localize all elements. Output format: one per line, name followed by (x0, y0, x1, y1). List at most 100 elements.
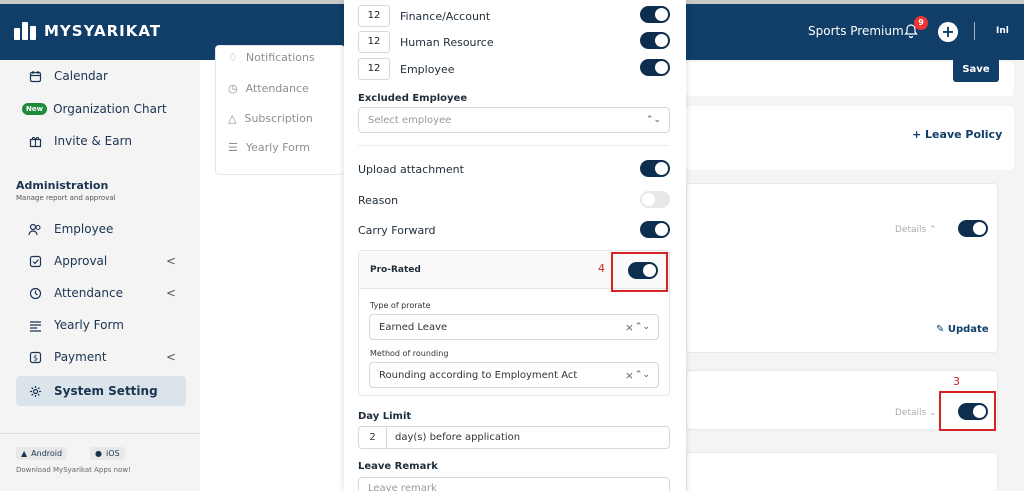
day-limit-field[interactable]: 2 day(s) before application (358, 426, 670, 449)
ios-app-button[interactable]: ● iOS (90, 447, 125, 460)
annotation-box-3 (939, 391, 996, 431)
ios-label: iOS (105, 449, 120, 458)
select-arrows-icon: ⌃⌄ (634, 322, 650, 332)
excluded-employee-label: Excluded Employee (358, 93, 468, 104)
chevron-left-icon[interactable]: < (166, 286, 176, 300)
select-arrows-icon: ⌃⌄ (645, 115, 661, 125)
logo-mark-icon (14, 22, 36, 40)
clock-icon: ◷ (228, 81, 238, 95)
leave-policy-toggle[interactable] (958, 220, 988, 237)
calendar-icon (26, 70, 44, 83)
reason-label: Reason (358, 194, 399, 207)
sidebar-item-organization-chart[interactable]: New Organization Chart (16, 94, 186, 124)
role-toggle-human-resource[interactable] (640, 32, 670, 49)
apps-footer (0, 433, 200, 491)
rounding-method-select[interactable]: Rounding according to Employment Act × ⌃… (369, 362, 659, 388)
update-label: Update (947, 324, 989, 335)
notification-badge: 9 (914, 16, 928, 30)
chevron-left-icon[interactable]: < (166, 350, 176, 364)
sidebar-item-yearly-form[interactable]: Yearly Form (16, 310, 186, 340)
chevron-left-icon[interactable]: < (166, 254, 176, 268)
android-app-button[interactable]: ▲ Android (16, 447, 68, 460)
sidebar-item-label: Calendar (54, 69, 108, 83)
select-arrows-icon: ⌃⌄ (634, 370, 650, 380)
users-icon (26, 223, 44, 236)
gift-icon (26, 135, 44, 148)
select-placeholder: Select employee (368, 114, 452, 126)
settings-menu-notifications[interactable]: ♢ Notifications (228, 50, 315, 64)
carry-forward-row: Carry Forward (358, 224, 436, 237)
role-label: Human Resource (400, 35, 494, 49)
role-row-human-resource: 12 Human Resource (358, 31, 494, 53)
android-label: Android (31, 449, 63, 458)
day-limit-suffix: day(s) before application (395, 432, 521, 443)
day-limit-label: Day Limit (358, 411, 412, 422)
annotation-label-4: 4 (598, 262, 605, 275)
role-count[interactable]: 12 (358, 58, 390, 80)
menu-label: Subscription (244, 111, 313, 125)
android-icon: ▲ (21, 449, 28, 458)
sidebar-item-employee[interactable]: Employee (16, 214, 186, 244)
sidebar-item-label: Attendance (54, 286, 123, 300)
sidebar-item-invite-earn[interactable]: Invite & Earn (16, 126, 186, 156)
sidebar-item-label: Yearly Form (54, 318, 124, 332)
add-leave-policy-button[interactable]: + Leave Policy (912, 128, 1002, 141)
input-placeholder: Leave remark (368, 483, 437, 491)
warning-icon: △ (228, 111, 237, 125)
upload-attachment-label: Upload attachment (358, 163, 464, 176)
bell-icon: ♢ (228, 50, 238, 64)
select-value: Rounding according to Employment Act (379, 369, 578, 381)
update-button[interactable]: ✎ Update (936, 324, 989, 335)
menu-label: Attendance (245, 81, 309, 95)
clock-icon (26, 287, 44, 300)
chevron-down-icon: ⌄ (929, 408, 937, 418)
prorate-type-label: Type of prorate (370, 301, 431, 310)
save-button[interactable]: Save (953, 58, 999, 82)
excluded-employee-select[interactable]: Select employee ⌃⌄ (358, 107, 670, 133)
divider (358, 145, 670, 146)
sidebar-item-attendance[interactable]: Attendance < (16, 278, 186, 308)
menu-label: Notifications (245, 50, 315, 64)
add-button[interactable]: + (938, 22, 958, 42)
role-label: Employee (400, 62, 455, 76)
sidebar-item-label: Employee (54, 222, 114, 236)
edit-icon: ✎ (936, 324, 945, 335)
settings-menu-attendance[interactable]: ◷ Attendance (228, 78, 309, 98)
role-count[interactable]: 12 (358, 5, 390, 27)
role-count[interactable]: 12 (358, 31, 390, 53)
carry-forward-toggle[interactable] (640, 221, 670, 238)
details-toggle[interactable]: Details ⌄ (895, 408, 937, 418)
upload-attachment-row: Upload attachment (358, 163, 464, 176)
leave-remark-input[interactable]: Leave remark (358, 477, 670, 491)
user-menu[interactable]: Inl (996, 26, 1009, 36)
reason-toggle[interactable] (640, 191, 670, 208)
clear-icon[interactable]: × (625, 369, 634, 382)
sidebar-item-label: Invite & Earn (54, 134, 132, 148)
clear-icon[interactable]: × (625, 321, 634, 334)
settings-menu-yearly-form[interactable]: ☰ Yearly Form (228, 137, 310, 157)
sidebar-item-label: Payment (54, 350, 107, 364)
upload-attachment-toggle[interactable] (640, 160, 670, 177)
day-limit-value[interactable]: 2 (359, 427, 387, 448)
app-logo[interactable]: MYSYARIKAT (14, 22, 161, 40)
sidebar-item-approval[interactable]: Approval < (16, 246, 186, 276)
annotation-box-4 (611, 252, 668, 292)
prorate-type-select[interactable]: Earned Leave × ⌃⌄ (369, 314, 659, 340)
company-name[interactable]: Sports Premium (808, 24, 904, 38)
header-divider (974, 22, 975, 40)
sidebar-item-label: Organization Chart (53, 102, 167, 116)
sidebar-item-system-setting[interactable]: System Setting (16, 376, 186, 406)
role-toggle-employee[interactable] (640, 59, 670, 76)
check-square-icon (26, 255, 44, 268)
sidebar-item-payment[interactable]: $ Payment < (16, 342, 186, 372)
form-icon: ☰ (228, 140, 238, 154)
pro-rated-label: Pro-Rated (370, 265, 421, 275)
role-toggle-finance[interactable] (640, 6, 670, 23)
role-row-finance: 12 Finance/Account (358, 5, 490, 27)
settings-menu-subscription[interactable]: △ Subscription (228, 108, 313, 128)
chevron-up-icon: ⌃ (929, 225, 937, 235)
sidebar-item-calendar[interactable]: Calendar (16, 61, 186, 91)
details-toggle[interactable]: Details ⌃ (895, 225, 937, 235)
annotation-label-3: 3 (953, 375, 960, 388)
apps-download-note: Download MySyarikat Apps now! (16, 466, 131, 474)
